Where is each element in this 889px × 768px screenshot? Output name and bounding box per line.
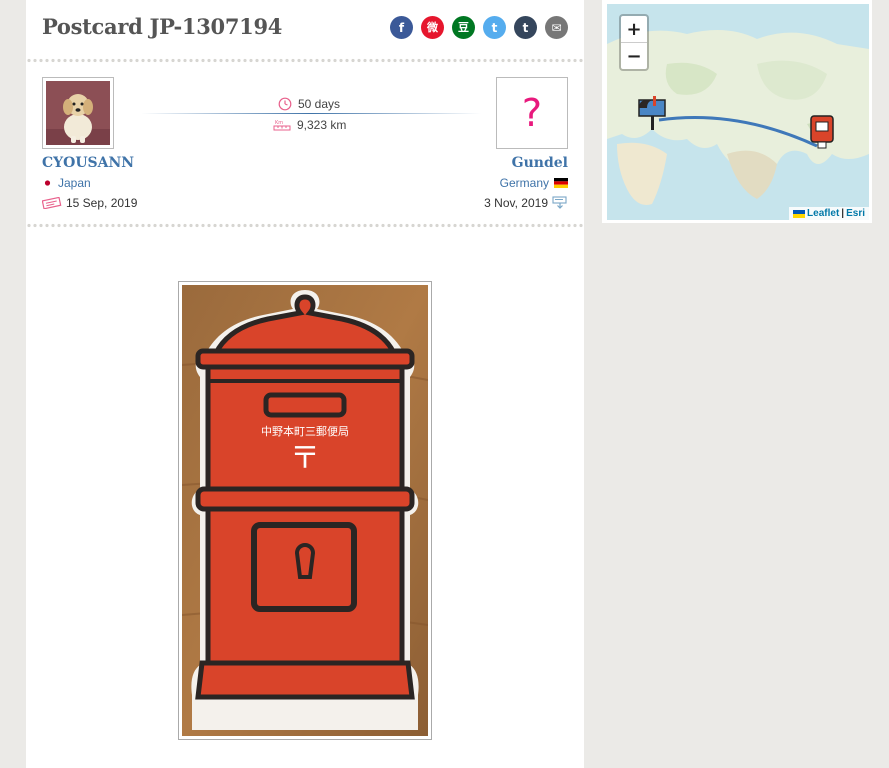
esri-link[interactable]: Esri [846, 208, 865, 219]
svg-text:〒: 〒 [290, 441, 320, 476]
travel-distance: Km 9,323 km [273, 118, 346, 132]
svg-text:中野本町三郵便局: 中野本町三郵便局 [261, 424, 349, 438]
ruler-icon: Km [273, 120, 291, 131]
dog-photo [46, 81, 110, 145]
sent-stamp-icon [42, 197, 62, 209]
sent-date: 15 Sep, 2019 [42, 196, 137, 210]
travel-duration-label: 50 days [298, 97, 341, 111]
sent-date-label: 15 Sep, 2019 [66, 196, 138, 210]
travel-line [141, 113, 481, 114]
douban-share-button[interactable]: 豆 [452, 16, 475, 39]
travel-duration: 50 days [278, 97, 340, 111]
clock-icon [278, 97, 292, 111]
zoom-in-button[interactable]: + [621, 16, 647, 43]
receiver-country[interactable]: Germany [500, 176, 568, 190]
ukraine-flag-icon [793, 209, 806, 218]
postbox-postcard-photo: 中野本町三郵便局 〒 [182, 285, 428, 736]
map-attribution: Leaflet | Esri [789, 207, 869, 220]
receiver-username[interactable]: Gundel [512, 155, 568, 171]
sender-country[interactable]: Japan [42, 176, 91, 190]
weibo-share-button[interactable]: 微 [421, 16, 444, 39]
travel-distance-label: 9,323 km [297, 118, 347, 132]
page-title: Postcard JP-1307194 [42, 14, 283, 39]
twitter-share-button[interactable]: t [483, 16, 506, 39]
facebook-share-button[interactable]: f [390, 16, 413, 39]
received-date-label: 3 Nov, 2019 [484, 196, 548, 210]
route-map-panel: + − Leaflet | Esri [602, 0, 872, 223]
postcard-panel: Postcard JP-1307194 f 微 豆 t t ✉ CYOUSANN… [26, 0, 584, 768]
share-buttons: f 微 豆 t t ✉ [390, 16, 568, 39]
japan-flag-icon [42, 179, 53, 187]
dotted-divider [26, 58, 584, 63]
leaflet-link[interactable]: Leaflet [807, 208, 839, 219]
unknown-avatar-icon: ? [521, 91, 543, 135]
attribution-separator: | [841, 208, 845, 219]
receiver-avatar[interactable]: ? [496, 77, 568, 149]
sender-avatar[interactable] [42, 77, 114, 149]
tumblr-share-button[interactable]: t [514, 16, 537, 39]
sender-country-label: Japan [58, 176, 91, 190]
email-share-button[interactable]: ✉ [545, 16, 568, 39]
svg-text:Km: Km [275, 120, 283, 126]
received-date: 3 Nov, 2019 [484, 196, 568, 210]
postcard-image[interactable]: 中野本町三郵便局 〒 [178, 281, 432, 740]
dotted-divider-bottom [26, 223, 584, 228]
germany-flag-icon [554, 178, 568, 188]
sender-username[interactable]: CYOUSANN [42, 155, 134, 171]
route-map[interactable]: + − Leaflet | Esri [607, 4, 869, 220]
map-zoom-control: + − [619, 14, 649, 71]
zoom-out-button[interactable]: − [621, 43, 647, 69]
received-icon [552, 196, 567, 209]
receiver-country-label: Germany [499, 176, 549, 190]
